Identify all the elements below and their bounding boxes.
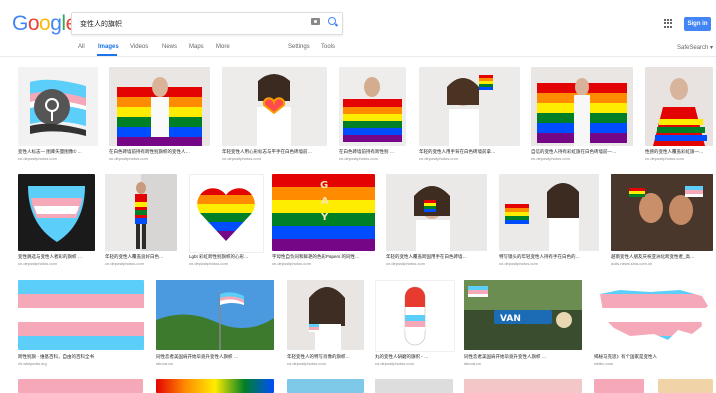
result-image[interactable]: [156, 379, 274, 393]
result-image[interactable]: [464, 379, 582, 393]
search-icon[interactable]: [328, 17, 336, 25]
logo-letter: g: [50, 12, 62, 35]
result-caption[interactable]: 年轻的变性人覆盖跨国用手在白色砖墙…: [386, 254, 487, 260]
result-image[interactable]: [18, 174, 95, 251]
result-image[interactable]: [658, 379, 713, 393]
result-image[interactable]: [18, 67, 98, 146]
result-caption[interactable]: Lgbt 彩虹跨性别旗帜的心形…: [189, 254, 265, 260]
result-source: weibo.com: [594, 361, 614, 366]
result-source: cn.depositphotos.com: [287, 361, 326, 366]
result-caption[interactable]: 在白色砖墙前持有跨性别旗帜的变性人…: [109, 149, 211, 155]
result-caption[interactable]: 年轻变性人用心形标志与平手在白色砖墙前…: [222, 149, 330, 155]
logo-letter: o: [27, 12, 40, 35]
result-image[interactable]: [386, 174, 487, 251]
result-caption[interactable]: 在白色砖墙前持有跨性别 …: [339, 149, 409, 155]
result-image[interactable]: VAN: [464, 280, 582, 350]
result-source: cn.depositphotos.com: [189, 261, 228, 266]
result-image[interactable]: [419, 67, 520, 146]
result-image[interactable]: [611, 174, 713, 251]
result-source: cn.depositphotos.com: [18, 261, 57, 266]
result-image[interactable]: [645, 67, 713, 146]
result-image[interactable]: [109, 67, 210, 146]
result-caption[interactable]: 特写镜头的年轻变性人持有手在白色的…: [499, 254, 600, 260]
result-caption[interactable]: 变性跳选与变性人者彩的旗帜 …: [18, 254, 98, 260]
result-image[interactable]: [375, 280, 455, 352]
result-source: cn.depositphotos.com: [222, 156, 261, 161]
result-caption[interactable]: 自信的变性人持有彩虹旗在白色砖墙前—…: [531, 149, 633, 155]
result-caption[interactable]: 越南变性人朋友庆祝亚洲化跨变性者_高…: [611, 254, 716, 260]
result-source: cn.depositphotos.com: [375, 361, 414, 366]
search-input[interactable]: [78, 15, 302, 33]
result-source: cn.depositphotos.com: [419, 156, 458, 161]
logo-letter: G: [12, 12, 28, 35]
result-caption[interactable]: 性感的变性人覆盖彩虹旗—…: [645, 149, 716, 155]
search-box[interactable]: [71, 12, 343, 35]
result-source: cn.depositphotos.com: [109, 156, 148, 161]
result-source: cn.depositphotos.com: [105, 261, 144, 266]
result-image[interactable]: [375, 379, 453, 393]
sign-in-button[interactable]: Sign in: [684, 17, 711, 31]
result-image[interactable]: [18, 379, 143, 393]
result-image[interactable]: [594, 379, 644, 393]
result-source: zh.wikipedia.org: [18, 361, 47, 366]
result-caption[interactable]: 字母性自负同和鲜艳的色彩Papers 的同性…: [272, 254, 376, 260]
result-caption[interactable]: 变性人标志— 图库矢量图像© ...: [18, 149, 104, 155]
result-image[interactable]: [287, 280, 364, 350]
result-image[interactable]: [105, 174, 177, 251]
tab-more[interactable]: More: [216, 44, 230, 50]
result-source: lahora.ua: [156, 361, 173, 366]
safesearch-dropdown[interactable]: SafeSearch ▾: [677, 44, 713, 51]
result-image[interactable]: [189, 174, 264, 253]
result-source: lahora.ua: [464, 361, 481, 366]
result-source: cn.depositphotos.com: [339, 156, 378, 161]
tab-maps[interactable]: Maps: [189, 44, 204, 50]
tab-videos[interactable]: Videos: [130, 44, 148, 50]
result-caption[interactable]: 揭秘马克思》有个国家是变性人: [594, 354, 714, 360]
result-source: cn.depositphotos.com: [645, 156, 684, 161]
result-image[interactable]: [287, 379, 364, 393]
result-image[interactable]: [18, 280, 144, 350]
tab-all[interactable]: All: [78, 44, 85, 50]
result-image[interactable]: [156, 280, 274, 350]
result-caption[interactable]: 同性恋者美国肩开始毕竟升变性人旗帜 …: [464, 354, 584, 360]
tab-images[interactable]: Images: [98, 44, 119, 50]
svg-text:G: G: [320, 180, 328, 191]
result-image[interactable]: [499, 174, 599, 251]
svg-text:Y: Y: [320, 212, 329, 223]
result-image[interactable]: [339, 67, 406, 146]
result-caption[interactable]: 年轻变性人的特写肖像的旗帜…: [287, 354, 364, 360]
result-source: dolls.news.sina.com.cn: [611, 261, 653, 266]
logo-letter: o: [39, 12, 51, 35]
svg-text:A: A: [321, 196, 329, 207]
result-caption[interactable]: 跨性别旗 - 维基百科，自由的百科全书: [18, 354, 144, 360]
result-image[interactable]: GAY: [272, 174, 375, 251]
svg-text:VAN: VAN: [500, 314, 521, 324]
result-source: cn.depositphotos.com: [272, 261, 311, 266]
result-caption[interactable]: 年轻的变性人用手背在白色砖墙前拿…: [419, 149, 522, 155]
result-caption[interactable]: 同性恋者美国肩开始毕竟升变性人旗帜 …: [156, 354, 276, 360]
tab-news[interactable]: News: [162, 44, 177, 50]
result-caption[interactable]: 年轻的变性人覆盖良好白色…: [105, 254, 183, 260]
settings-link[interactable]: Settings: [288, 44, 310, 50]
result-source: cn.depositphotos.com: [499, 261, 538, 266]
result-image[interactable]: [222, 67, 327, 146]
result-image[interactable]: [531, 67, 633, 146]
result-image[interactable]: [594, 280, 713, 350]
result-source: cn.depositphotos.com: [18, 156, 57, 161]
result-caption[interactable]: 丸的变性人研磨的旗帜 - …: [375, 354, 455, 360]
result-source: cn.depositphotos.com: [386, 261, 425, 266]
google-logo[interactable]: Google: [12, 12, 77, 36]
apps-grid-icon[interactable]: [664, 19, 673, 28]
camera-icon[interactable]: [311, 18, 320, 25]
search-tabs: All Images Videos News Maps More Setting…: [0, 42, 716, 56]
header-divider: [0, 56, 716, 57]
result-source: cn.depositphotos.com: [531, 156, 570, 161]
tools-link[interactable]: Tools: [321, 44, 335, 50]
